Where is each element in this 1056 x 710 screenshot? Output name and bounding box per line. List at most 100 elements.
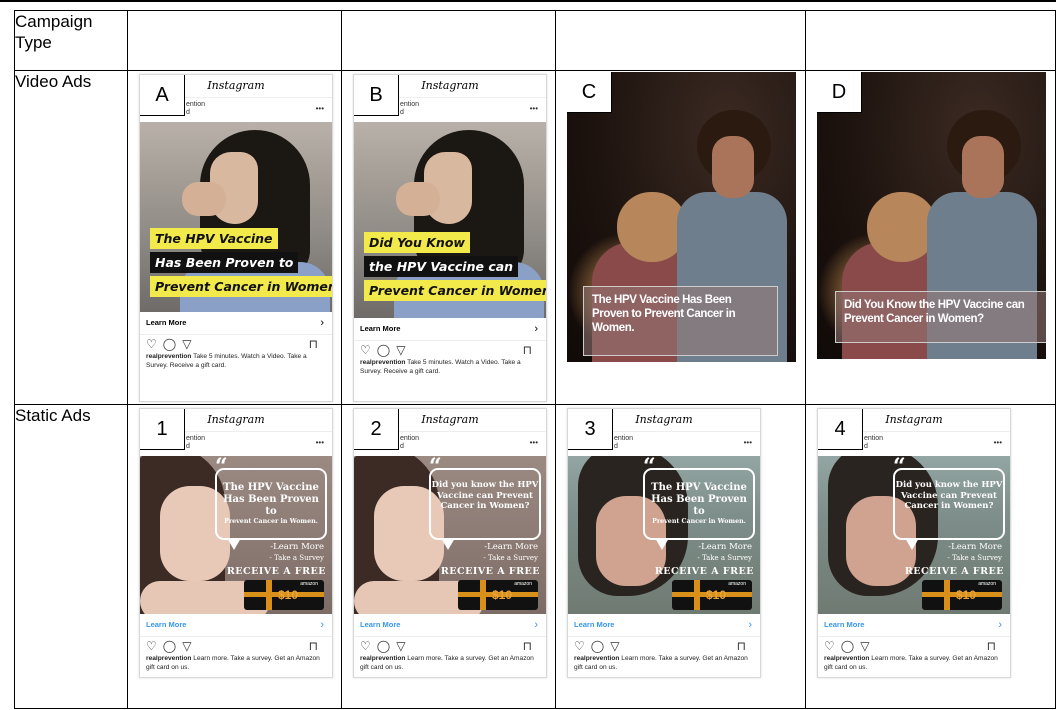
- video-ad-a-cell: A Instagram ention d ••• The HPV Vaccine…: [127, 70, 342, 405]
- learn-more-link[interactable]: Learn More ›: [818, 614, 1010, 637]
- action-bar: ♡ ◯ ▽ ⊓: [818, 637, 1010, 655]
- chevron-right-icon: ›: [748, 619, 752, 631]
- header-cell: [555, 10, 806, 71]
- chevron-right-icon: ›: [534, 619, 538, 631]
- comment-icon[interactable]: ◯: [377, 343, 390, 357]
- video-frame-c: C The HPV Vaccine Has Been Proven to Pre…: [567, 72, 796, 362]
- comment-icon[interactable]: ◯: [377, 639, 390, 653]
- ad-number-4: 4: [818, 409, 863, 450]
- top-rule: [0, 0, 1056, 2]
- more-options-icon[interactable]: •••: [316, 104, 324, 113]
- share-icon[interactable]: ▽: [396, 343, 405, 357]
- share-icon[interactable]: ▽: [396, 639, 405, 653]
- ad-number-3: 3: [568, 409, 613, 450]
- quote-icon: “: [429, 456, 442, 480]
- gift-amount: $10: [278, 588, 299, 602]
- heart-icon[interactable]: ♡: [146, 337, 157, 351]
- bubble-subline: Prevent Cancer in Women.: [652, 518, 746, 525]
- comment-icon[interactable]: ◯: [591, 639, 604, 653]
- header-cell: [805, 10, 1056, 71]
- ad-image: “ Did you know the HPV Vaccine can Preve…: [354, 456, 546, 614]
- post-caption: realprevention Learn more. Take a survey…: [818, 655, 1010, 672]
- share-icon[interactable]: ▽: [860, 639, 869, 653]
- heart-icon[interactable]: ♡: [574, 639, 585, 653]
- static-ads-row: Static Ads 1 Instagram ention d ••• “ Th…: [14, 404, 1056, 709]
- static-ad-3-cell: 3 Instagram ention d ••• “ The HPV Vacci…: [555, 404, 806, 709]
- receive-free: RECEIVE A FREE: [654, 566, 754, 577]
- account-sub: d: [614, 443, 618, 450]
- cta-take-survey: - Take a Survey: [269, 554, 324, 562]
- heart-icon[interactable]: ♡: [824, 639, 835, 653]
- ad-line-3: Prevent Cancer in Women.: [150, 276, 332, 297]
- speech-bubble: “ Did you know the HPV Vaccine can Preve…: [429, 456, 541, 550]
- heart-icon[interactable]: ♡: [360, 343, 371, 357]
- caption-user: realprevention: [146, 655, 192, 662]
- cta-take-survey: - Take a Survey: [483, 554, 538, 562]
- instagram-mockup-a: A Instagram ention d ••• The HPV Vaccine…: [139, 74, 333, 402]
- bookmark-icon[interactable]: ⊓: [523, 637, 532, 655]
- bubble-headline: Did you know the HPV Vaccine can Prevent…: [431, 480, 539, 511]
- comment-icon[interactable]: ◯: [841, 639, 854, 653]
- instagram-mockup-4: 4 Instagram ention d ••• “ Did you know …: [817, 408, 1011, 678]
- bookmark-icon[interactable]: ⊓: [987, 637, 996, 655]
- amazon-logo: amazon: [978, 581, 996, 587]
- header-cell: [341, 10, 556, 71]
- bookmark-icon[interactable]: ⊓: [309, 637, 318, 655]
- bookmark-icon[interactable]: ⊓: [309, 335, 318, 353]
- ad-letter-d: D: [817, 72, 862, 113]
- cta-learn-more: -Learn More: [698, 542, 752, 552]
- learn-more-link[interactable]: Learn More ›: [354, 318, 546, 341]
- account-name: ention: [614, 435, 634, 442]
- amazon-logo: amazon: [728, 581, 746, 587]
- share-icon[interactable]: ▽: [182, 639, 191, 653]
- gift-card: $10 amazon: [672, 580, 752, 610]
- more-options-icon[interactable]: •••: [530, 104, 538, 113]
- caption-user: realprevention: [824, 655, 870, 662]
- comment-icon[interactable]: ◯: [163, 337, 176, 351]
- cta-learn-more: -Learn More: [948, 542, 1002, 552]
- header-row: Campaign Type: [14, 10, 1056, 71]
- learn-more-link[interactable]: Learn More ›: [568, 614, 760, 637]
- account-name: ention: [864, 435, 884, 442]
- bubble-subline: Prevent Cancer in Women.: [224, 518, 318, 525]
- more-options-icon[interactable]: •••: [744, 438, 752, 447]
- more-options-icon[interactable]: •••: [530, 438, 538, 447]
- account-name: ention: [400, 101, 420, 108]
- heart-icon[interactable]: ♡: [146, 639, 157, 653]
- video-ads-row: Video Ads A Instagram ention d ••• The H…: [14, 70, 1056, 405]
- chevron-right-icon: ›: [320, 619, 324, 631]
- more-options-icon[interactable]: •••: [316, 438, 324, 447]
- receive-free: RECEIVE A FREE: [904, 566, 1004, 577]
- share-icon[interactable]: ▽: [182, 337, 191, 351]
- gift-amount: $10: [492, 588, 513, 602]
- more-options-icon[interactable]: •••: [994, 438, 1002, 447]
- action-bar: ♡ ◯ ▽ ⊓: [140, 335, 332, 353]
- campaign-table: Campaign Type Video Ads A Instagram enti…: [14, 10, 1056, 709]
- learn-more-label: Learn More: [146, 318, 187, 327]
- cta-take-survey: - Take a Survey: [947, 554, 1002, 562]
- bookmark-icon[interactable]: ⊓: [737, 637, 746, 655]
- action-bar: ♡ ◯ ▽ ⊓: [354, 637, 546, 655]
- chevron-right-icon: ›: [534, 323, 538, 335]
- amazon-logo: amazon: [300, 581, 318, 587]
- learn-more-link[interactable]: Learn More ›: [140, 614, 332, 637]
- post-caption: realprevention Learn more. Take a survey…: [568, 655, 760, 672]
- bubble-headline: Did you know the HPV Vaccine can Prevent…: [895, 480, 1003, 511]
- comment-icon[interactable]: ◯: [163, 639, 176, 653]
- bookmark-icon[interactable]: ⊓: [523, 341, 532, 359]
- caption-user: realprevention: [574, 655, 620, 662]
- post-caption: realprevention Take 5 minutes. Watch a V…: [354, 359, 546, 376]
- static-ads-label: Static Ads: [14, 404, 128, 709]
- learn-more-label: Learn More: [574, 620, 615, 629]
- ad-line-2: the HPV Vaccine can: [364, 256, 519, 277]
- action-bar: ♡ ◯ ▽ ⊓: [354, 341, 546, 359]
- static-ad-2-cell: 2 Instagram ention d ••• “ Did you know …: [341, 404, 556, 709]
- share-icon[interactable]: ▽: [610, 639, 619, 653]
- learn-more-link[interactable]: Learn More ›: [354, 614, 546, 637]
- ad-image: “ The HPV Vaccine Has Been Proven to Pre…: [140, 456, 332, 614]
- heart-icon[interactable]: ♡: [360, 639, 371, 653]
- ad-image: Did You Know the HPV Vaccine can Prevent…: [354, 122, 546, 318]
- learn-more-link[interactable]: Learn More ›: [140, 312, 332, 335]
- account-sub: d: [864, 443, 868, 450]
- receive-free: RECEIVE A FREE: [440, 566, 540, 577]
